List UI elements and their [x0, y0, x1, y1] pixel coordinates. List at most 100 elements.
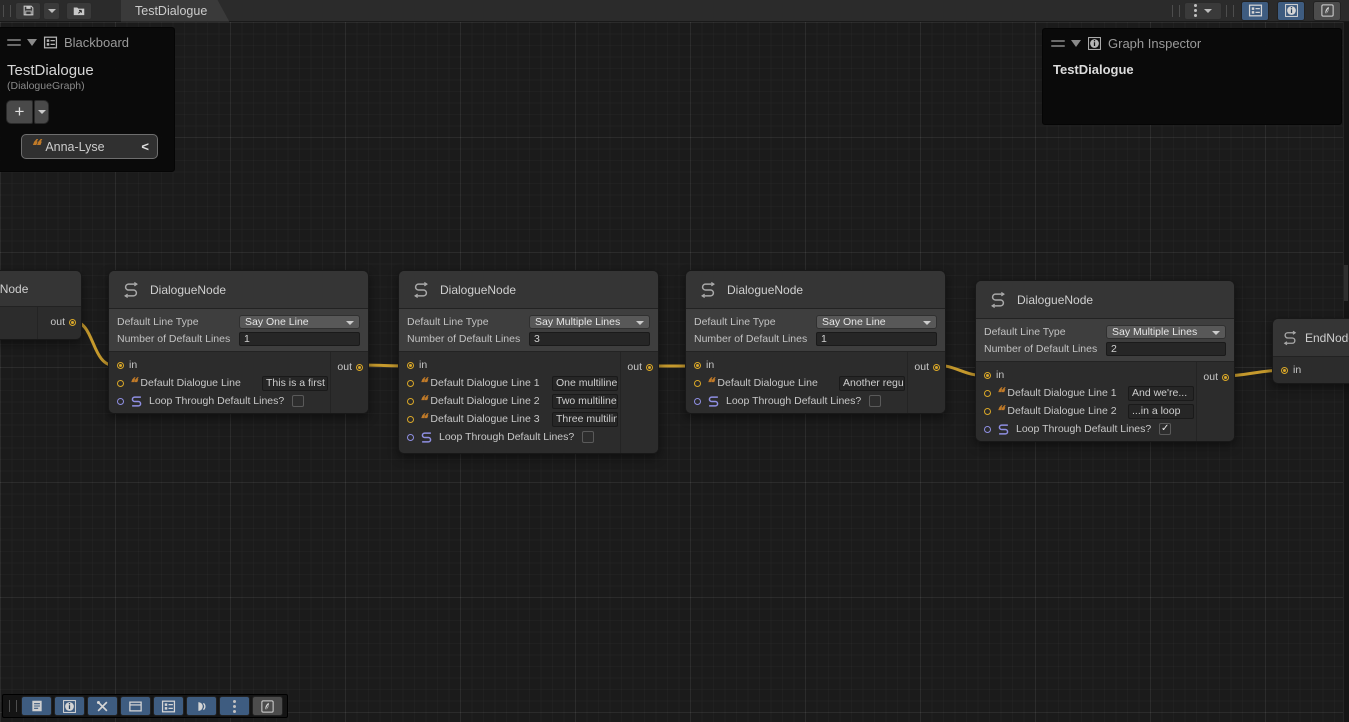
loop-port[interactable] — [117, 398, 124, 405]
line-count-field[interactable]: 2 — [1106, 342, 1226, 356]
quote-icon: ❛❛ — [705, 378, 713, 388]
in-port[interactable] — [984, 372, 991, 379]
dialogue-node-icon — [411, 280, 431, 300]
out-port[interactable] — [646, 364, 653, 371]
line-type-dropdown[interactable]: Say One Line — [239, 315, 360, 329]
dialogue-line-field[interactable]: And we're... — [1128, 386, 1194, 401]
out-port[interactable] — [1222, 374, 1229, 381]
line-type-label: Default Line Type — [984, 326, 1106, 338]
blackboard-panel[interactable]: Blackboard TestDialogue (DialogueGraph) … — [0, 27, 175, 172]
quill-icon — [1320, 3, 1335, 18]
out-port[interactable] — [356, 364, 363, 371]
loop-icon — [996, 422, 1011, 437]
add-property-dropdown[interactable] — [34, 100, 49, 124]
save-options-dropdown[interactable] — [43, 2, 60, 20]
graph-inspector-toggle-button[interactable] — [1277, 1, 1305, 21]
blackboard-toggle-button[interactable] — [153, 696, 184, 716]
blackboard-header[interactable]: Blackboard — [0, 28, 174, 57]
loop-checkbox-checked[interactable]: ✓ — [1159, 423, 1171, 435]
dialogue-preview-toggle-button[interactable] — [186, 696, 217, 716]
blackboard-icon — [161, 699, 176, 714]
in-port[interactable] — [694, 362, 701, 369]
toolbar-grip[interactable] — [1226, 5, 1234, 17]
line-type-label: Default Line Type — [407, 316, 529, 328]
dialogue-line-port[interactable] — [984, 390, 991, 397]
dialogue-line-field[interactable]: This is a first — [262, 376, 328, 391]
preview-toggle-button[interactable] — [1313, 1, 1341, 21]
info-icon — [1087, 36, 1102, 51]
field-expander-icon[interactable]: < — [141, 139, 149, 154]
more-options-button[interactable] — [1184, 2, 1222, 20]
dialogue-line-port[interactable] — [117, 380, 124, 387]
loop-port[interactable] — [407, 434, 414, 441]
loop-icon — [419, 430, 434, 445]
dialogue-node-2[interactable]: DialogueNode Default Line Type Say Multi… — [398, 270, 659, 454]
loop-checkbox[interactable] — [292, 395, 304, 407]
line-type-dropdown[interactable]: Say Multiple Lines — [529, 315, 650, 329]
graph-inspector-header[interactable]: Graph Inspector — [1043, 29, 1341, 58]
collapse-chevron-icon[interactable] — [1071, 40, 1081, 52]
save-button[interactable] — [15, 2, 41, 20]
dialogue-line-label: Default Dialogue Line 3 — [430, 413, 539, 425]
scrollbar-thumb[interactable] — [1344, 265, 1348, 301]
in-port[interactable] — [1281, 367, 1288, 374]
dialogue-line-field[interactable]: Another regu — [839, 376, 905, 391]
more-options-button[interactable] — [219, 696, 250, 716]
dialogue-node-3[interactable]: DialogueNode Default Line Type Say One L… — [685, 270, 946, 414]
open-asset-button[interactable] — [66, 2, 92, 20]
line-count-field[interactable]: 1 — [816, 332, 937, 346]
quote-icon: ❛❛ — [418, 396, 426, 406]
blackboard-toggle-button[interactable] — [1241, 1, 1269, 21]
dialogue-line-port[interactable] — [984, 408, 991, 415]
blackboard-graph-name[interactable]: TestDialogue — [0, 57, 174, 79]
in-port[interactable] — [117, 362, 124, 369]
dialogue-line-port[interactable] — [407, 416, 414, 423]
dialogue-node-1[interactable]: DialogueNode Default Line Type Say One L… — [108, 270, 369, 414]
in-port-label: in — [129, 359, 137, 371]
dialogue-line-field[interactable]: One multiline — [552, 376, 618, 391]
line-type-dropdown[interactable]: Say One Line — [816, 315, 937, 329]
add-property-button[interactable]: + — [6, 100, 33, 124]
loop-port[interactable] — [984, 426, 991, 433]
dialogue-line-label: Default Dialogue Line — [717, 377, 817, 389]
in-port-label: in — [706, 359, 714, 371]
dialogue-line-field[interactable]: Two multiline — [552, 394, 618, 409]
in-port[interactable] — [407, 362, 414, 369]
window-icon — [128, 699, 143, 714]
graph-tab-label: TestDialogue — [135, 4, 207, 18]
speaker-waves-icon — [194, 699, 209, 714]
blackboard-field-anna-lyse[interactable]: ❛❛ Anna-Lyse < — [21, 134, 158, 159]
asset-details-toggle-button[interactable] — [21, 696, 52, 716]
inspector-toggle-button[interactable] — [54, 696, 85, 716]
dialogue-node-4[interactable]: DialogueNode Default Line Type Say Multi… — [975, 280, 1235, 442]
line-type-dropdown[interactable]: Say Multiple Lines — [1106, 325, 1226, 339]
line-count-field[interactable]: 3 — [529, 332, 650, 346]
info-icon — [62, 699, 77, 714]
drag-handle-icon[interactable] — [7, 39, 21, 46]
dialogue-line-port[interactable] — [407, 380, 414, 387]
collapse-chevron-icon[interactable] — [27, 39, 37, 51]
toolbar-grip[interactable] — [9, 700, 17, 712]
out-port[interactable] — [933, 364, 940, 371]
preview-toggle-button[interactable] — [252, 696, 283, 716]
graph-inspector-panel[interactable]: Graph Inspector TestDialogue — [1042, 28, 1342, 125]
toolbar-grip[interactable] — [1172, 5, 1180, 17]
loop-checkbox[interactable] — [869, 395, 881, 407]
out-port[interactable] — [69, 319, 76, 326]
dialogue-line-field[interactable]: Three multilin — [552, 412, 618, 427]
loop-label: Loop Through Default Lines? — [726, 395, 861, 407]
dialogue-line-port[interactable] — [407, 398, 414, 405]
graph-tab[interactable]: TestDialogue — [121, 0, 229, 22]
drag-handle-icon[interactable] — [1051, 40, 1065, 47]
toolbar-grip[interactable] — [3, 5, 11, 17]
line-count-field[interactable]: 1 — [239, 332, 360, 346]
line-count-label: Number of Default Lines — [407, 333, 529, 345]
speaker-node[interactable]: SpeakerNode SpeakerName out — [0, 270, 82, 340]
tools-toggle-button[interactable] — [87, 696, 118, 716]
dialogue-line-field[interactable]: ...in a loop — [1128, 404, 1194, 419]
window-toggle-button[interactable] — [120, 696, 151, 716]
dialogue-line-port[interactable] — [694, 380, 701, 387]
end-node[interactable]: EndNode in — [1272, 318, 1349, 384]
loop-checkbox[interactable] — [582, 431, 594, 443]
loop-port[interactable] — [694, 398, 701, 405]
